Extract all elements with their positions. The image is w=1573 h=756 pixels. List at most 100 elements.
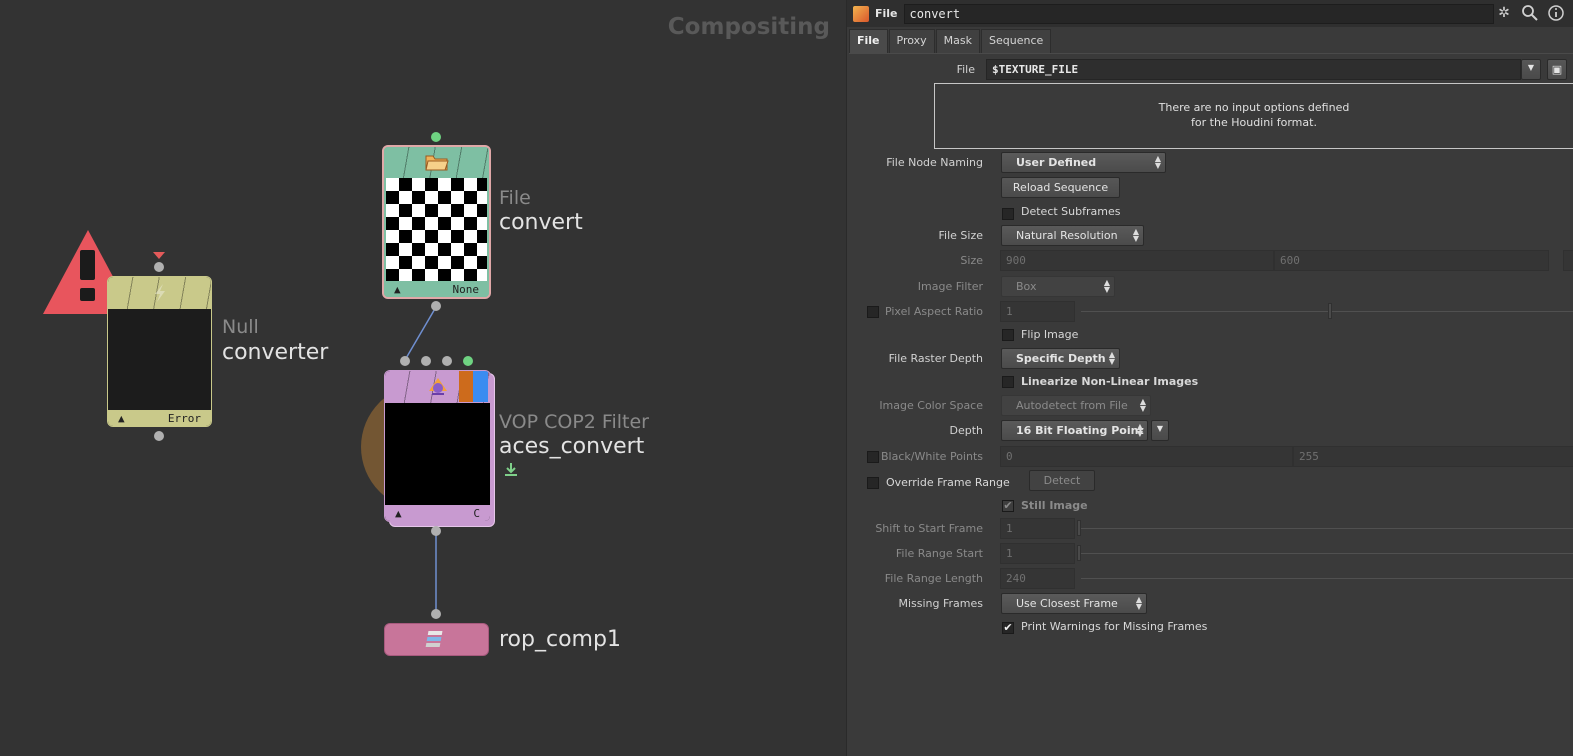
menu-arrows-icon: ▲ ▼ <box>1136 422 1143 438</box>
vop-node-footer: ▲ C <box>385 505 490 521</box>
vop-output-connector[interactable] <box>431 526 441 536</box>
tab-sequence[interactable]: Sequence <box>981 29 1052 53</box>
vop-input-connector-3[interactable] <box>442 356 452 366</box>
null-node-footer: ▲ Error <box>108 410 211 426</box>
range-start-slider-handle[interactable] <box>1077 545 1081 561</box>
file-node-naming-value: User Defined <box>1016 156 1097 169</box>
image-filter-menu[interactable]: Box ▲ ▼ <box>1001 276 1115 297</box>
param-header: File convert ✲ <box>847 0 1573 27</box>
detect-button[interactable]: Detect <box>1029 470 1095 491</box>
file-footer-status: None <box>452 282 480 296</box>
override-range-checkbox[interactable] <box>867 477 879 489</box>
file-size-label: File Size <box>938 229 983 242</box>
file-footer-flag: ▲ <box>394 282 401 296</box>
size-height-field[interactable]: 600 <box>1274 250 1549 271</box>
rop-input-connector[interactable] <box>431 609 441 619</box>
network-editor[interactable]: Compositing ▲ Error Null converter ▲ Non… <box>0 0 846 756</box>
pixel-aspect-label: Pixel Aspect Ratio <box>884 305 983 318</box>
vop-input-connector-2[interactable] <box>421 356 431 366</box>
file-browse-button[interactable]: ▣ <box>1547 59 1567 80</box>
pixel-aspect-field[interactable]: 1 <box>1000 301 1075 322</box>
bw-points-label: Black/White Points <box>881 450 983 463</box>
menu-arrows-icon: ▲ ▼ <box>1139 397 1146 413</box>
menu-arrows-icon: ▲ ▼ <box>1135 595 1142 611</box>
info-line-2: for the Houdini format. <box>1191 116 1317 129</box>
file-path-field[interactable]: $TEXTURE_FILE <box>986 59 1521 80</box>
rop-node-name[interactable]: rop_comp1 <box>499 627 621 652</box>
null-node-name[interactable]: converter <box>222 340 328 365</box>
shift-start-slider-handle[interactable] <box>1077 520 1081 536</box>
vop-flag-blue[interactable] <box>473 371 488 402</box>
file-size-value: Natural Resolution <box>1016 229 1118 242</box>
range-length-field[interactable]: 240 <box>1000 568 1075 589</box>
black-point-field[interactable]: 0 <box>1000 446 1293 467</box>
range-length-slider[interactable] <box>1081 578 1573 579</box>
file-node-type: File <box>499 187 531 209</box>
depth-extra-dropdown[interactable]: ▼ <box>1151 420 1169 441</box>
houdini-window: Compositing ▲ Error Null converter ▲ Non… <box>0 0 1573 756</box>
vop-node-name[interactable]: aces_convert <box>499 434 644 459</box>
file-node-name[interactable]: convert <box>499 210 583 235</box>
missing-frames-menu[interactable]: Use Closest Frame ▲ ▼ <box>1001 593 1147 614</box>
vop-input-connector-1[interactable] <box>400 356 410 366</box>
tab-proxy[interactable]: Proxy <box>888 29 935 53</box>
search-icon[interactable] <box>1521 4 1539 22</box>
file-node-naming-menu[interactable]: User Defined ▲ ▼ <box>1001 152 1166 173</box>
shift-start-field[interactable]: 1 <box>1000 518 1075 539</box>
file-size-menu[interactable]: Natural Resolution ▲ ▼ <box>1001 225 1144 246</box>
range-start-field[interactable]: 1 <box>1000 543 1075 564</box>
file-history-dropdown[interactable]: ▼ <box>1521 59 1541 80</box>
wire-file-to-vop <box>404 306 437 361</box>
file-node[interactable]: ▲ None <box>382 145 491 299</box>
range-start-slider[interactable] <box>1081 553 1573 554</box>
white-point-field[interactable]: 255 <box>1293 446 1573 467</box>
info-icon[interactable] <box>1547 4 1565 22</box>
depth-value: 16 Bit Floating Point <box>1016 424 1144 437</box>
file-input-connector[interactable] <box>431 132 441 142</box>
file-node-icon[interactable] <box>853 5 869 22</box>
pixel-aspect-slider-handle[interactable] <box>1328 303 1332 319</box>
flip-image-checkbox[interactable] <box>1002 329 1014 341</box>
reload-sequence-button[interactable]: Reload Sequence <box>1001 177 1120 198</box>
linearize-checkbox[interactable] <box>1002 376 1014 388</box>
detect-subframes-checkbox[interactable] <box>1002 208 1014 220</box>
vop-input-connector-4[interactable] <box>463 356 473 366</box>
tab-file[interactable]: File <box>849 29 888 53</box>
null-input-connector[interactable] <box>154 262 164 272</box>
bw-points-toggle[interactable] <box>867 451 879 463</box>
gear-icon[interactable]: ✲ <box>1495 4 1513 22</box>
flip-image-label: Flip Image <box>1021 328 1079 341</box>
color-space-value: Autodetect from File <box>1016 399 1128 412</box>
file-output-connector[interactable] <box>431 301 441 311</box>
null-node[interactable]: ▲ Error <box>107 276 212 427</box>
bypass-arrow-icon <box>505 463 517 476</box>
linearize-label: Linearize Non-Linear Images <box>1021 375 1199 388</box>
print-warnings-checkbox[interactable]: ✔ <box>1002 622 1014 634</box>
size-label: Size <box>960 254 983 267</box>
flag-icon <box>153 252 165 259</box>
node-name-field[interactable]: convert <box>903 3 1494 24</box>
size-width-field[interactable]: 900 <box>1000 250 1274 271</box>
color-space-menu[interactable]: Autodetect from File ▲ ▼ <box>1001 395 1151 416</box>
still-image-checkbox[interactable]: ✔ <box>1002 500 1014 512</box>
file-tab-body: File $TEXTURE_FILE ▼ ▣ There are no inpu… <box>849 53 1573 752</box>
vop-node[interactable]: ▲ C <box>384 370 491 522</box>
tab-mask[interactable]: Mask <box>935 29 980 53</box>
pixel-aspect-toggle[interactable] <box>867 306 879 318</box>
rop-node[interactable] <box>384 623 489 656</box>
vop-node-type: VOP COP2 Filter <box>499 411 649 433</box>
param-tabs: File Proxy Mask Sequence <box>849 29 1052 53</box>
size-link-toggle[interactable] <box>1563 250 1573 271</box>
pixel-aspect-slider[interactable] <box>1081 311 1573 312</box>
null-output-connector[interactable] <box>154 431 164 441</box>
range-start-label: File Range Start <box>895 547 983 560</box>
menu-arrows-icon: ▲ ▼ <box>1103 278 1110 294</box>
raster-depth-menu[interactable]: Specific Depth ▲ ▼ <box>1001 348 1120 369</box>
menu-arrows-icon: ▲ ▼ <box>1154 154 1161 170</box>
depth-menu[interactable]: 16 Bit Floating Point ▲ ▼ <box>1001 420 1148 441</box>
null-icon <box>155 284 165 302</box>
vop-flag-orange[interactable] <box>459 371 473 402</box>
vop-footer-flag: ▲ <box>395 506 402 520</box>
shift-start-slider[interactable] <box>1081 528 1573 529</box>
override-range-label: Override Frame Range <box>886 476 1010 489</box>
